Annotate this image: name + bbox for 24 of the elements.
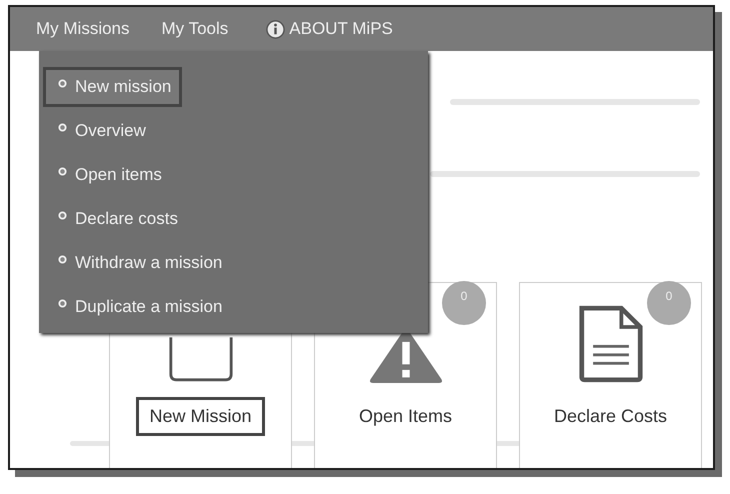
menu-item[interactable]: New mission bbox=[43, 67, 182, 107]
menu-item[interactable]: Open items bbox=[43, 155, 173, 195]
nav-link[interactable]: ABOUT MiPS bbox=[266, 19, 393, 39]
dashboard-tile[interactable]: Declare Costs 0 bbox=[519, 282, 702, 468]
nav-link[interactable]: My Missions bbox=[36, 19, 130, 39]
count-badge: 0 bbox=[647, 281, 691, 325]
menu-item[interactable]: Declare costs bbox=[43, 199, 189, 239]
document-icon bbox=[578, 305, 644, 383]
menu-item[interactable]: Withdraw a mission bbox=[43, 243, 234, 283]
tile-label: Open Items bbox=[358, 405, 454, 428]
bullet-icon bbox=[58, 79, 67, 88]
bullet-icon bbox=[58, 123, 67, 132]
tile-label: Declare Costs bbox=[552, 405, 668, 428]
page-icon bbox=[168, 337, 234, 383]
menu-item[interactable]: Duplicate a mission bbox=[43, 287, 234, 327]
info-icon bbox=[266, 20, 286, 38]
bullet-icon bbox=[58, 167, 67, 176]
nav-link[interactable]: My Tools bbox=[162, 19, 228, 39]
bullet-icon bbox=[58, 255, 67, 264]
count-badge: 0 bbox=[442, 281, 486, 325]
bullet-icon bbox=[58, 211, 67, 220]
menu-item[interactable]: Overview bbox=[43, 111, 157, 151]
bullet-icon bbox=[58, 299, 67, 308]
tile-label: New Mission bbox=[136, 397, 265, 436]
